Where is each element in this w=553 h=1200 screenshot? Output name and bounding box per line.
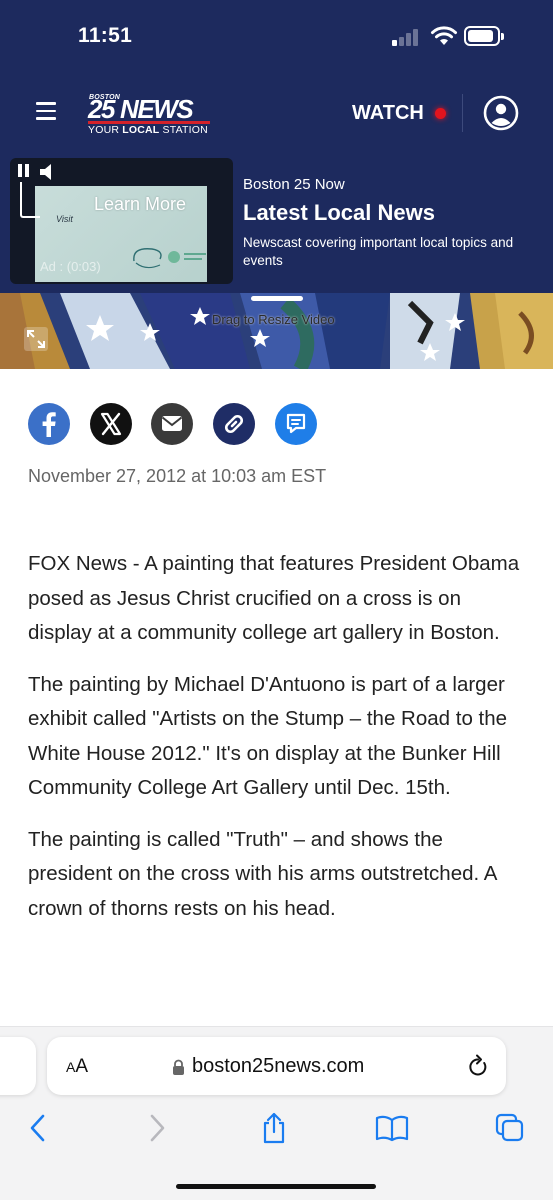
- page-settings-button[interactable]: AA: [66, 1056, 88, 1078]
- article-body: FOX News - A painting that features Pres…: [28, 547, 528, 943]
- article-date: November 27, 2012 at 10:03 am EST: [28, 466, 327, 486]
- address-bar[interactable]: AA boston25news.com: [47, 1037, 506, 1095]
- logo-wordmark: 25 NEWS: [88, 94, 194, 124]
- share-email-button[interactable]: [151, 403, 193, 445]
- home-indicator[interactable]: [176, 1184, 376, 1189]
- ad-countdown: Ad : (0:03): [40, 259, 101, 274]
- battery-icon: [464, 26, 504, 46]
- forward-icon[interactable]: [147, 1112, 167, 1144]
- video-description: Newscast covering important local topics…: [243, 235, 514, 268]
- video-title[interactable]: Latest Local News: [243, 200, 435, 226]
- station-logo[interactable]: BOSTON 25 NEWS YOUR LOCAL STATION: [88, 94, 218, 140]
- email-icon: [161, 416, 183, 431]
- status-time: 11:51: [78, 24, 133, 47]
- show-label: Boston 25 Now: [243, 176, 345, 193]
- drag-to-resize-hint: Drag to Resize Video: [212, 312, 335, 327]
- article-paragraph: The painting is called "Truth" – and sho…: [28, 827, 497, 920]
- share-icon[interactable]: [258, 1112, 290, 1144]
- ad-brand-text: Visit: [56, 214, 73, 224]
- share-x-button[interactable]: [90, 403, 132, 445]
- wifi-icon: [431, 26, 457, 45]
- bookmarks-icon[interactable]: [374, 1112, 410, 1144]
- article-hero-image: [0, 293, 553, 369]
- reload-icon[interactable]: [467, 1054, 489, 1078]
- article-paragraph: The painting by Michael D'Antuono is par…: [28, 672, 508, 800]
- ad-frame-corner: [20, 182, 40, 218]
- tabs-icon[interactable]: [494, 1112, 526, 1144]
- share-facebook-button[interactable]: [28, 403, 70, 445]
- account-icon[interactable]: [483, 95, 519, 131]
- comment-icon: [286, 413, 306, 434]
- logo-tagline: YOUR LOCAL STATION: [88, 124, 208, 136]
- previous-tab-preview[interactable]: [0, 1037, 36, 1095]
- watch-button[interactable]: WATCH: [352, 102, 424, 125]
- live-indicator-icon: [435, 108, 446, 119]
- pause-icon[interactable]: [18, 164, 34, 180]
- copy-link-button[interactable]: [213, 403, 255, 445]
- link-icon: [224, 414, 244, 434]
- lock-icon: [173, 1059, 184, 1075]
- learn-more-link[interactable]: Learn More: [94, 194, 186, 215]
- hamburger-menu-icon[interactable]: [36, 102, 56, 120]
- expand-icon[interactable]: [23, 326, 49, 352]
- facebook-icon: [42, 412, 56, 437]
- x-logo-icon: [100, 412, 122, 436]
- resize-video-handle[interactable]: [251, 296, 303, 301]
- video-player[interactable]: Visit Learn More Ad : (0:03): [10, 158, 233, 284]
- article-paragraph: FOX News - A painting that features Pres…: [28, 552, 520, 644]
- cellular-signal-icon: [392, 28, 422, 46]
- comments-button[interactable]: [275, 403, 317, 445]
- battery-level: [468, 30, 493, 42]
- ad-logo-icon: [133, 248, 206, 269]
- back-icon[interactable]: [28, 1112, 48, 1144]
- volume-icon[interactable]: [38, 163, 58, 181]
- url-text[interactable]: boston25news.com: [192, 1055, 364, 1078]
- header-divider: [462, 94, 463, 132]
